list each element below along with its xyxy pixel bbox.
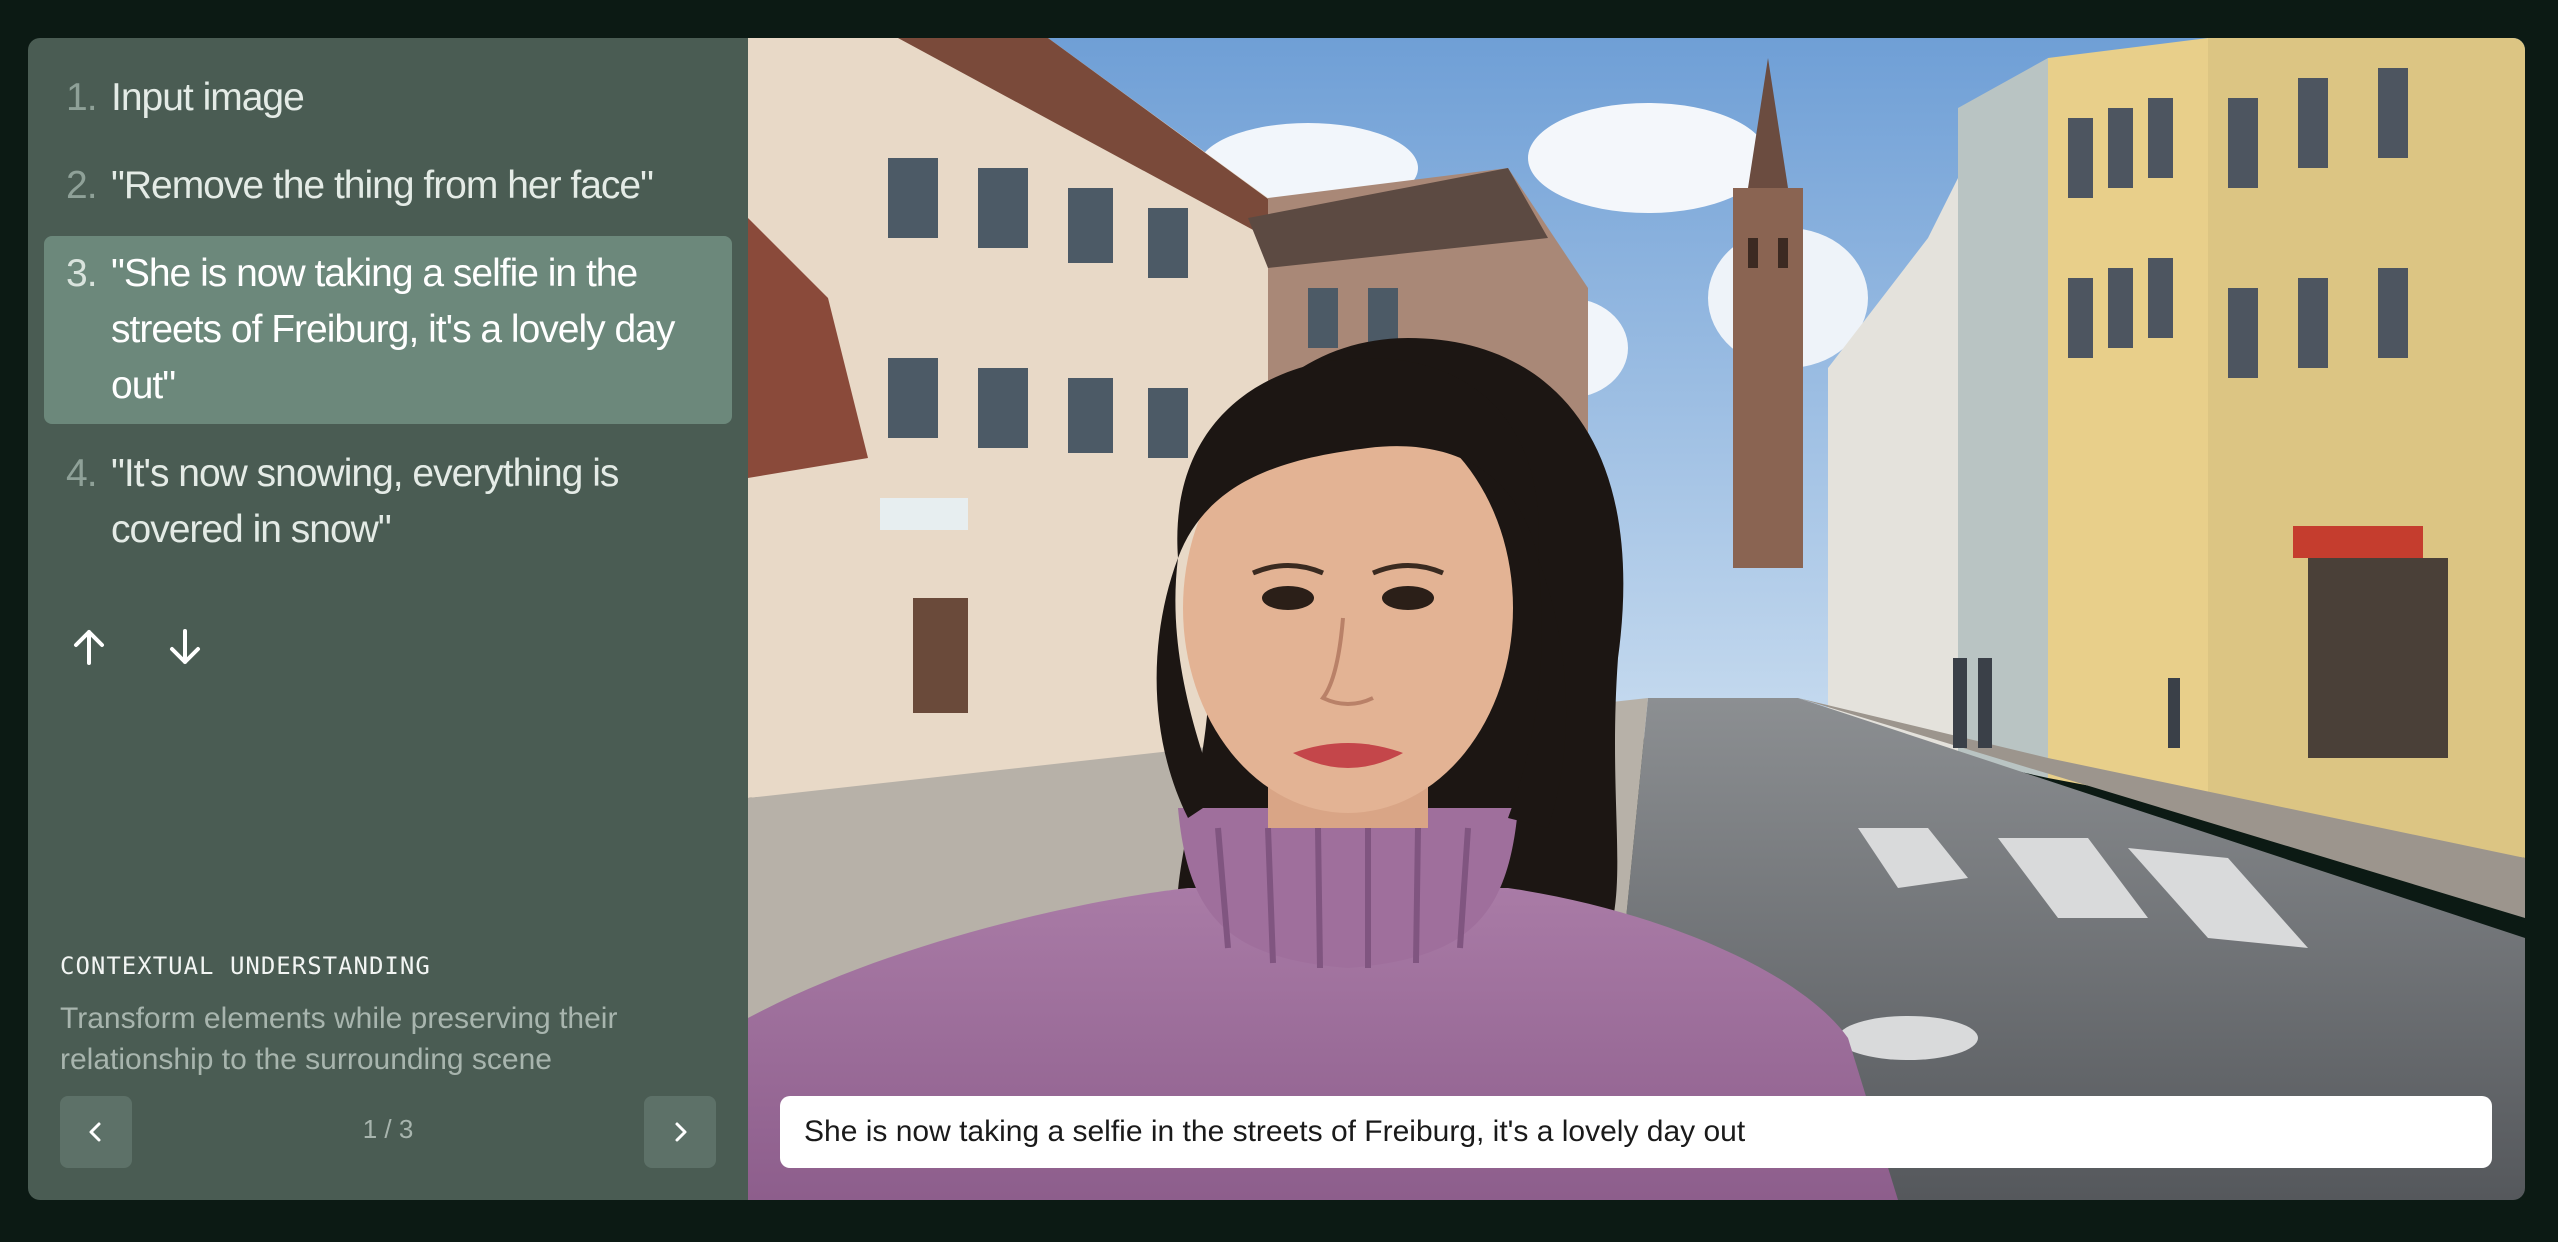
result-image: She is now taking a selfie in the street… (748, 38, 2525, 1200)
previous-page-button[interactable] (60, 1096, 132, 1168)
section-description: Transform elements while preserving thei… (60, 1002, 618, 1076)
step-number: 2. (66, 164, 98, 207)
step-item-4[interactable]: 4. "It's now snowing, everything is cove… (44, 436, 732, 568)
chevron-right-icon (675, 1122, 687, 1142)
previous-step-button[interactable] (64, 622, 114, 672)
step-number: 3. (66, 252, 98, 295)
step-label: "Remove the thing from her face" (111, 164, 654, 207)
step-number: 4. (66, 452, 98, 495)
next-step-button[interactable] (160, 622, 210, 672)
step-item-3[interactable]: 3. "She is now taking a selfie in the st… (44, 236, 732, 424)
step-arrows (64, 622, 210, 672)
prompt-caption: She is now taking a selfie in the street… (780, 1096, 2492, 1168)
arrow-down-icon (170, 629, 200, 664)
chevron-left-icon (89, 1122, 101, 1142)
step-label: "She is now taking a selfie in the stree… (111, 252, 675, 407)
step-item-2[interactable]: 2. "Remove the thing from her face" (44, 148, 732, 224)
demo-card: 1. Input image 2. "Remove the thing from… (28, 38, 2525, 1200)
step-list: 1. Input image 2. "Remove the thing from… (44, 60, 732, 580)
arrow-up-icon (74, 630, 104, 665)
sidebar: 1. Input image 2. "Remove the thing from… (28, 38, 748, 1200)
step-item-1[interactable]: 1. Input image (44, 60, 732, 136)
step-label: "It's now snowing, everything is covered… (111, 452, 619, 551)
step-number: 1. (66, 76, 98, 119)
next-page-button[interactable] (644, 1096, 716, 1168)
section-label: CONTEXTUAL UNDERSTANDING (60, 952, 431, 980)
street-selfie-photo (748, 38, 2525, 1200)
step-label: Input image (111, 76, 305, 119)
page-indicator: 1 / 3 (362, 1114, 414, 1144)
